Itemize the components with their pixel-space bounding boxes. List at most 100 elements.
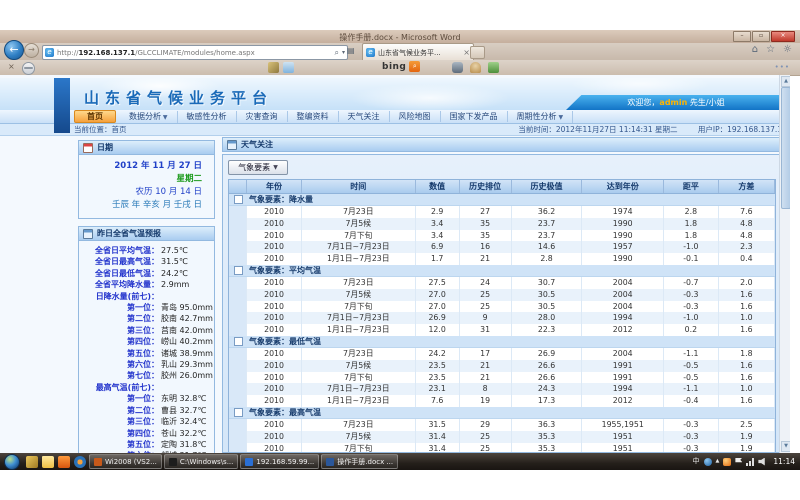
maximize-button[interactable]: ▫ [752, 31, 770, 42]
person-icon[interactable] [470, 62, 481, 73]
menu-item-3[interactable]: 敏感性分析 [178, 111, 237, 122]
column-header-1[interactable]: 年份 [247, 180, 302, 193]
table-row[interactable]: 20107月5候27.02530.52004-0.31.6 [229, 289, 775, 301]
taskbar-button-2[interactable]: C:\Windows\s... [164, 454, 239, 469]
group-row[interactable]: 气象要素：最高气温 [229, 407, 775, 419]
toolbar-logo-icon[interactable] [22, 62, 35, 75]
bing-search-bar[interactable]: bing ⌕ [382, 61, 420, 72]
forward-button[interactable]: → [24, 43, 39, 58]
start-button[interactable] [4, 454, 20, 470]
column-header-4[interactable]: 历史排位 [460, 180, 512, 193]
ime-indicator[interactable]: 中 [693, 453, 700, 470]
table-row[interactable]: 20107月5候23.52126.61991-0.51.6 [229, 360, 775, 372]
scroll-down-icon[interactable]: ▼ [781, 441, 790, 452]
menu-item-6[interactable]: 天气关注 [339, 111, 390, 122]
expand-checkbox-icon[interactable] [234, 337, 243, 346]
bing-search-icon[interactable]: ⌕ [409, 61, 420, 72]
back-button[interactable]: ← [4, 40, 24, 60]
table-row[interactable]: 20107月1日~7月23日6.91614.61957-1.02.3 [229, 241, 775, 253]
table-row[interactable]: 20107月下旬27.02530.52004-0.31.6 [229, 301, 775, 313]
camera-icon[interactable] [452, 62, 463, 73]
menu-item-9[interactable]: 周期性分析 ▼ [508, 111, 574, 123]
column-header-5[interactable]: 历史极值 [512, 180, 583, 193]
table-row[interactable]: 20101月1日~7月23日1.7212.81990-0.10.4 [229, 253, 775, 265]
close-toolbar-icon[interactable]: × [8, 62, 15, 71]
summary-label: 全省日最高气温： [79, 256, 159, 267]
media-player-icon[interactable] [74, 456, 86, 468]
show-hidden-icons[interactable]: ▲ [716, 453, 720, 470]
mail-icon[interactable] [283, 62, 294, 73]
menu-item-7[interactable]: 风险地图 [390, 111, 441, 122]
tab-favicon-icon: e [366, 48, 375, 57]
cell: 1.8 [664, 230, 719, 242]
table-row[interactable]: 20101月1日~7月23日12.03122.320120.21.6 [229, 324, 775, 336]
compatibility-view-icon[interactable]: ▤ [347, 46, 355, 55]
table-row[interactable]: 20107月23日31.52936.31955,1951-0.32.5 [229, 419, 775, 431]
address-bar[interactable]: e http://192.168.137.1/GLCCLIMATE/module… [42, 45, 348, 60]
column-header-6[interactable]: 达到年份 [582, 180, 664, 193]
expand-checkbox-icon[interactable] [234, 266, 243, 275]
column-header-7[interactable]: 距平 [664, 180, 719, 193]
favorites-icon[interactable]: ☆ [766, 44, 775, 55]
group-row[interactable]: 气象要素：最低气温 [229, 336, 775, 348]
group-row[interactable]: 气象要素：平均气温 [229, 265, 775, 277]
table-row[interactable]: 20107月下旬3.43523.719901.84.8 [229, 230, 775, 242]
table-row[interactable]: 20107月23日27.52430.72004-0.72.0 [229, 277, 775, 289]
column-header-3[interactable]: 数值 [416, 180, 460, 193]
cell: 31.5 [416, 419, 460, 431]
tray-app-icon[interactable] [704, 458, 712, 466]
menu-item-4[interactable]: 灾害查询 [237, 111, 288, 122]
table-row[interactable]: 20107月下旬23.52126.61991-0.51.6 [229, 372, 775, 384]
taskbar-button-3[interactable]: 192.168.59.99... [240, 454, 319, 469]
table-row[interactable]: 20107月23日24.21726.92004-1.11.8 [229, 348, 775, 360]
table-row[interactable]: 20107月下旬31.42535.31951-0.31.9 [229, 443, 775, 453]
page-scrollbar[interactable]: ▲ ▼ [779, 75, 790, 453]
expand-checkbox-icon[interactable] [234, 195, 243, 204]
table-row[interactable]: 20107月1日~7月23日23.1824.31994-1.11.0 [229, 383, 775, 395]
cell: 26.9 [416, 312, 460, 324]
table-row[interactable]: 20107月5候3.43523.719901.84.8 [229, 218, 775, 230]
menu-item-1[interactable]: 首页 [74, 110, 116, 123]
taskbar-button-1[interactable]: Wi2008 (VS2... [89, 454, 162, 469]
taskbar-clock[interactable]: 11:14 [773, 457, 795, 466]
dropdown-icon[interactable]: ▾ [342, 49, 345, 56]
network-icon[interactable] [746, 458, 754, 466]
summary-line: 第七位：胶州 26.0mm [79, 370, 212, 381]
menu-item-8[interactable]: 国家下发产品 [441, 111, 508, 122]
table-row[interactable]: 20101月1日~7月23日7.61917.32012-0.41.6 [229, 395, 775, 407]
menu-item-5[interactable]: 整编资料 [288, 111, 339, 122]
element-selector-button[interactable]: 气象要素▼ [228, 160, 288, 175]
tab-close-icon[interactable]: × [463, 48, 470, 57]
browser-tab[interactable]: e 山东省气候业务平... × [362, 43, 474, 61]
volume-icon[interactable] [758, 458, 766, 466]
column-header-8[interactable]: 方差 [719, 180, 775, 193]
pinned-app2-icon[interactable] [58, 456, 70, 468]
table-row[interactable]: 20107月1日~7月23日26.9928.01994-1.01.0 [229, 312, 775, 324]
menu-item-2[interactable]: 数据分析 ▼ [120, 111, 178, 123]
expand-checkbox-icon[interactable] [234, 408, 243, 417]
more-options-icon[interactable]: ••• [775, 63, 790, 71]
cell: 16 [460, 241, 512, 253]
column-header-2[interactable]: 时间 [302, 180, 416, 193]
action-center-icon[interactable] [735, 458, 742, 466]
home-icon[interactable]: ⌂ [752, 44, 758, 55]
tray-alert-icon[interactable] [723, 458, 731, 466]
tools-icon[interactable]: ☼ [783, 44, 792, 55]
minimize-button[interactable]: – [733, 31, 751, 42]
new-tab-button[interactable] [470, 46, 485, 59]
explorer-icon[interactable] [42, 456, 54, 468]
group-row[interactable]: 气象要素：降水量 [229, 194, 775, 206]
summary-label: 全省日平均气温： [79, 245, 159, 256]
table-row[interactable]: 20107月5候31.42535.31951-0.31.9 [229, 431, 775, 443]
scrollbar-thumb[interactable] [781, 87, 790, 209]
cell: 4.8 [719, 218, 775, 230]
pinned-app-icon[interactable] [26, 456, 38, 468]
cell: 21 [460, 253, 512, 265]
coins-icon[interactable] [268, 62, 279, 73]
search-icon[interactable]: ⌕ [335, 48, 339, 58]
close-button[interactable]: × [771, 31, 795, 42]
people-group-icon[interactable] [488, 62, 499, 73]
table-row[interactable]: 20107月23日2.92736.219742.87.6 [229, 206, 775, 218]
taskbar-button-4[interactable]: 操作手册.docx ... [321, 454, 398, 469]
scroll-up-icon[interactable]: ▲ [781, 76, 790, 87]
